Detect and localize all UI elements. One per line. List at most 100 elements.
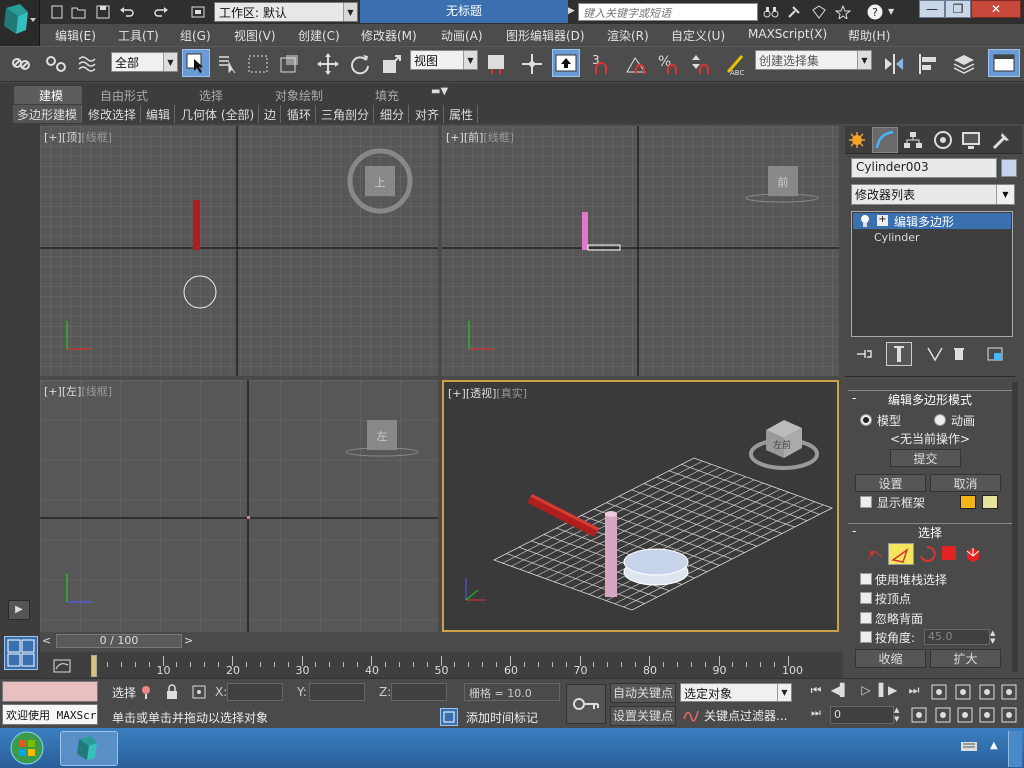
element-mode-icon[interactable] — [964, 545, 982, 563]
show-end-result-button[interactable] — [886, 342, 912, 366]
key-filters-curve-icon[interactable] — [682, 707, 700, 723]
select-object-button[interactable] — [182, 49, 210, 77]
select-and-move-icon[interactable] — [314, 50, 342, 78]
app-menu-button[interactable] — [0, 0, 40, 48]
menu-item[interactable]: 工具(T) — [118, 27, 159, 44]
z-coord-input[interactable] — [391, 683, 447, 701]
absolute-mode-icon[interactable] — [190, 684, 208, 700]
viewport-label[interactable]: [+][前][线框] — [446, 129, 514, 145]
pin-stack-icon[interactable] — [855, 346, 873, 362]
expand-sidebar-button[interactable]: ▶ — [8, 600, 30, 620]
zoom-all-icon[interactable] — [954, 683, 972, 701]
hand-pan-icon[interactable] — [956, 706, 974, 724]
project-folder-icon[interactable] — [190, 3, 208, 21]
border-mode-icon[interactable] — [918, 545, 936, 563]
viewport-label[interactable]: [+][透视][真实] — [448, 385, 527, 401]
menu-item[interactable]: MAXScript(X) — [748, 27, 827, 41]
next-frame-arrow[interactable]: > — [184, 634, 198, 648]
object-color-swatch[interactable] — [1001, 159, 1017, 177]
ribbon-toggle-button[interactable] — [988, 49, 1020, 77]
ribbon-panel-tab[interactable]: 边 — [260, 105, 282, 123]
grow-button[interactable]: 扩大 — [930, 649, 1001, 668]
menu-item[interactable]: 创建(C) — [298, 27, 340, 44]
expand-plus-icon[interactable]: + — [877, 215, 888, 226]
ribbon-panel-tab[interactable]: 细分 — [376, 105, 410, 123]
cancel-button[interactable]: 取消 — [930, 474, 1001, 492]
configure-modifier-sets-icon[interactable] — [986, 346, 1004, 362]
menu-item[interactable]: 自定义(U) — [671, 27, 725, 44]
help-icon[interactable]: ? — [866, 3, 884, 21]
lightbulb-icon[interactable] — [859, 214, 871, 228]
viewport-label[interactable]: [+][左][线框] — [44, 383, 112, 399]
key-filters-button[interactable]: 关键点过滤器... — [704, 707, 794, 725]
favorites-star-icon[interactable] — [834, 3, 852, 21]
add-time-tag-label[interactable]: 添加时间标记 — [466, 709, 538, 726]
key-mode-dropdown[interactable]: 选定对象 ▼ — [680, 683, 792, 702]
viewport-top[interactable]: 上 [+][顶][线框] — [40, 126, 438, 376]
viewport-layout-button[interactable] — [4, 636, 38, 670]
select-and-rotate-icon[interactable] — [346, 50, 374, 78]
maxscript-listener-pink[interactable] — [2, 681, 98, 702]
field-of-view-icon[interactable] — [910, 706, 928, 724]
create-tab-icon[interactable] — [846, 130, 868, 150]
previous-frame-icon[interactable]: ◀▌ — [830, 683, 850, 701]
viewport-left[interactable]: 左 [+][左][线框] — [40, 380, 438, 632]
isolate-selection-icon[interactable] — [138, 684, 154, 700]
redo-icon[interactable] — [152, 3, 170, 21]
auto-key-button[interactable]: 自动关键点 — [610, 683, 676, 703]
manipulate-icon[interactable] — [518, 50, 546, 78]
model-radio[interactable] — [860, 414, 872, 426]
bind-to-space-warp-icon[interactable] — [74, 50, 102, 78]
pan-view-icon[interactable] — [934, 706, 952, 724]
save-file-icon[interactable] — [94, 3, 112, 21]
show-cage-checkbox[interactable] — [860, 496, 872, 508]
use-stack-selection-checkbox[interactable] — [860, 573, 872, 585]
ribbon-panel-tab[interactable]: 多边形建模 — [13, 105, 83, 123]
command-panel-scrollbar[interactable] — [1012, 382, 1018, 672]
search-expand-icon[interactable]: ▶ — [568, 6, 575, 16]
goto-start-icon[interactable]: ⏮ — [806, 683, 826, 701]
zoom-icon[interactable] — [930, 683, 948, 701]
ribbon-panel-tab[interactable]: 编辑 — [142, 105, 176, 123]
ignore-backfacing-checkbox[interactable] — [860, 612, 872, 624]
taskbar-3dsmax-button[interactable] — [60, 731, 118, 766]
ribbon-tab[interactable]: 选择 — [199, 87, 223, 104]
modifier-list-dropdown[interactable]: 修改器列表 ▼ — [851, 184, 1015, 205]
snaps-toggle-icon[interactable]: 3 — [590, 50, 618, 78]
ribbon-panel-tab[interactable]: 循环 — [283, 105, 317, 123]
ribbon-tab[interactable]: 对象绘制 — [275, 87, 323, 104]
rollout-title-edit-poly-mode[interactable]: 编辑多边形模式 — [848, 391, 1012, 408]
menu-item[interactable]: 帮助(H) — [848, 27, 890, 44]
vertex-mode-icon[interactable] — [866, 545, 886, 563]
show-desktop-button[interactable] — [1008, 731, 1022, 767]
remove-modifier-icon[interactable] — [951, 346, 967, 362]
make-unique-icon[interactable] — [926, 346, 944, 362]
ribbon-panel-tab[interactable]: 修改选择 — [84, 105, 142, 123]
ribbon-tab[interactable]: 建模 — [39, 87, 63, 104]
start-button[interactable] — [4, 730, 50, 766]
select-by-name-icon[interactable] — [214, 50, 242, 78]
undo-icon[interactable] — [118, 3, 136, 21]
tray-expand-icon[interactable]: ▲ — [990, 740, 1002, 752]
ribbon-panel-tab[interactable]: 属性 — [445, 105, 479, 123]
close-button[interactable]: ✕ — [971, 0, 1021, 18]
edge-mode-button[interactable] — [888, 543, 914, 565]
mini-curve-editor-icon[interactable] — [52, 656, 72, 676]
angle-spinner[interactable]: ▲ ▼ — [990, 629, 1002, 645]
play-icon[interactable]: ▷ — [856, 683, 876, 701]
search-input[interactable]: 键入关键字或短语 — [578, 3, 758, 21]
object-name-field[interactable]: Cylinder003 — [851, 158, 997, 178]
ribbon-tab[interactable]: 自由形式 — [100, 87, 148, 104]
subscription-icon[interactable] — [810, 3, 828, 21]
set-key-mode-button[interactable] — [566, 684, 606, 724]
viewport-front[interactable]: 前 [+][前][线框] — [442, 126, 839, 376]
communication-center-icon[interactable] — [786, 3, 804, 21]
display-tab-icon[interactable] — [960, 130, 982, 150]
modify-tab-icon[interactable] — [872, 127, 898, 153]
named-selection-dropdown[interactable]: 创建选择集 ▼ — [755, 50, 872, 70]
y-coord-input[interactable] — [309, 683, 365, 701]
utilities-tab-icon[interactable] — [990, 130, 1012, 150]
maximize-button[interactable]: ❐ — [945, 0, 971, 18]
ribbon-tab[interactable]: 填充 — [375, 87, 399, 104]
modifier-stack-item-cylinder[interactable]: Cylinder — [874, 231, 920, 244]
